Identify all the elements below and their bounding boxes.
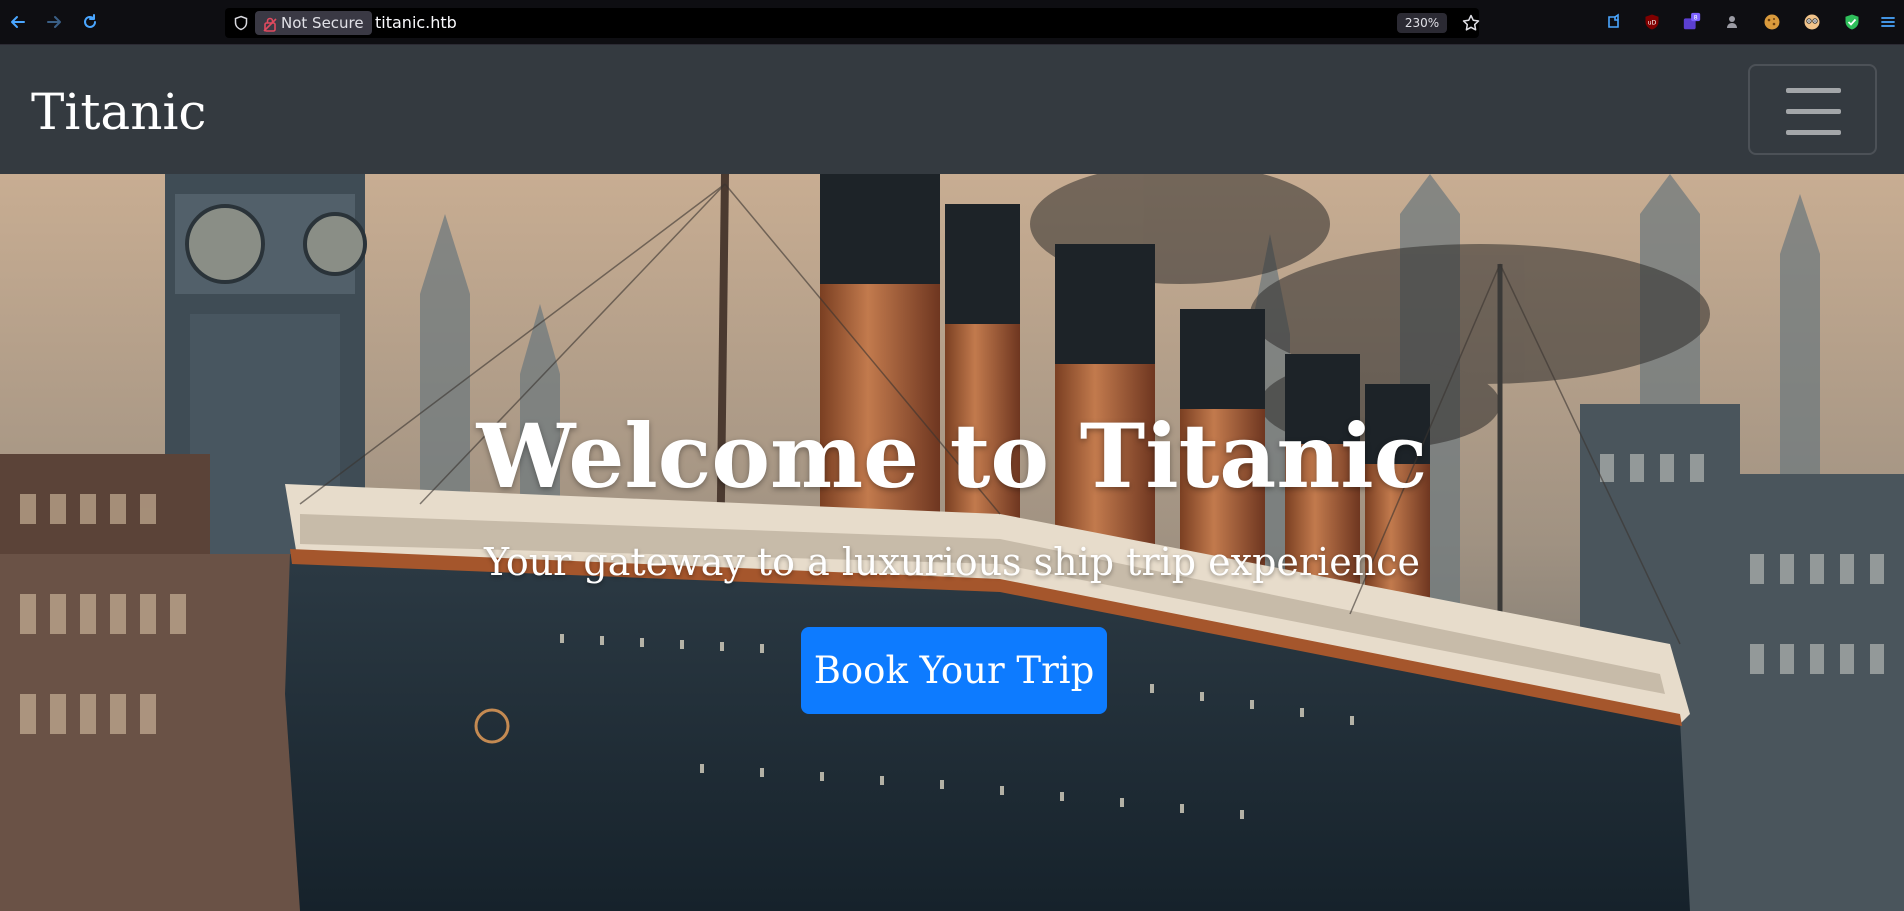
svg-text:uD: uD (1648, 20, 1657, 27)
hero-subtitle: Your gateway to a luxurious ship trip ex… (484, 540, 1420, 584)
back-icon[interactable] (7, 11, 29, 33)
puzzle-icon[interactable] (1722, 12, 1742, 32)
zoom-level[interactable]: 230% (1397, 13, 1447, 33)
url-text[interactable]: titanic.htb (375, 8, 457, 38)
hero-section: Welcome to Titanic Your gateway to a lux… (0, 174, 1904, 911)
site-navbar: Titanic (0, 45, 1904, 174)
navbar-toggler[interactable] (1748, 64, 1877, 155)
extension-badge: 8 (1694, 15, 1698, 22)
ublock-icon[interactable]: uD (1642, 12, 1662, 32)
lock-icon (263, 15, 277, 32)
browser-toolbar: Not Secure titanic.htb 230% uD 8 (0, 0, 1904, 45)
reload-icon[interactable] (79, 11, 101, 33)
forward-icon[interactable] (43, 11, 65, 33)
bookmark-star-icon[interactable] (1461, 13, 1481, 33)
address-bar[interactable]: Not Secure titanic.htb 230% (225, 8, 1481, 38)
shield-check-icon[interactable] (1842, 12, 1862, 32)
brand-link[interactable]: Titanic (31, 82, 206, 142)
hero-title: Welcome to Titanic (476, 404, 1428, 508)
book-trip-button[interactable]: Book Your Trip (801, 627, 1107, 714)
shield-icon[interactable] (233, 15, 249, 31)
owl-icon[interactable] (1802, 12, 1822, 32)
security-label: Not Secure (281, 14, 364, 32)
cookie-icon[interactable] (1762, 12, 1782, 32)
extension-icon[interactable]: 8 (1682, 12, 1702, 32)
menu-icon[interactable] (1878, 12, 1898, 32)
extensions-icon[interactable] (1604, 12, 1624, 32)
security-indicator[interactable]: Not Secure (255, 11, 372, 35)
hero-content: Welcome to Titanic Your gateway to a lux… (0, 174, 1904, 911)
